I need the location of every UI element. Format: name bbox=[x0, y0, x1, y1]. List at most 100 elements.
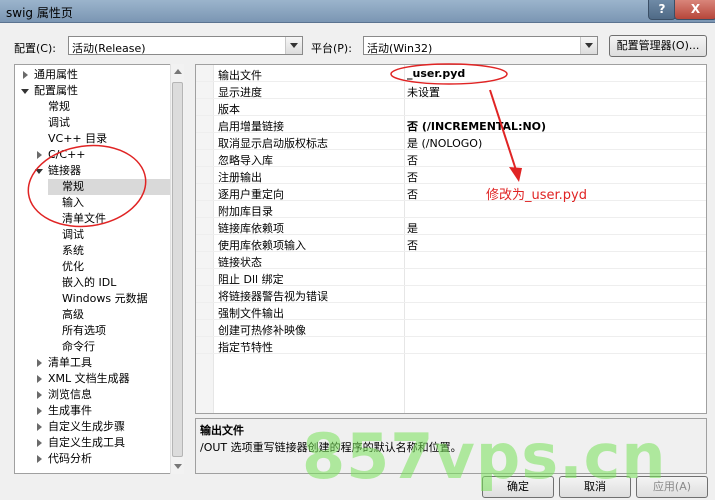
grid-row-section-attributes[interactable]: 指定节特性 bbox=[196, 337, 706, 354]
close-button[interactable]: X bbox=[674, 0, 715, 20]
tree-item-code-analysis[interactable]: 代码分析 bbox=[35, 451, 92, 467]
expand-arrow-icon[interactable] bbox=[35, 407, 44, 416]
property-value[interactable]: 是 (/NOLOGO) bbox=[407, 135, 482, 151]
tree-item-label: 所有选项 bbox=[62, 324, 106, 337]
tree-item-browse-information[interactable]: 浏览信息 bbox=[35, 387, 92, 403]
tree-item-label: 代码分析 bbox=[48, 452, 92, 465]
tree-item-label: Windows 元数据 bbox=[62, 292, 148, 305]
expand-arrow-icon[interactable] bbox=[35, 439, 44, 448]
tree-item-linker-input[interactable]: 输入 bbox=[62, 195, 84, 211]
tree-item-label: 嵌入的 IDL bbox=[62, 276, 117, 289]
property-name: 附加库目录 bbox=[218, 205, 273, 218]
configuration-dropdown[interactable]: 活动(Release) bbox=[68, 36, 303, 55]
property-name: 使用库依赖项输入 bbox=[218, 239, 306, 252]
tree-item-label: 清单文件 bbox=[62, 212, 106, 225]
tree-item-vc-directories[interactable]: VC++ 目录 bbox=[48, 131, 107, 147]
configuration-value: 活动(Release) bbox=[72, 42, 146, 55]
property-name: 链接库依赖项 bbox=[218, 222, 284, 235]
scroll-down-icon[interactable] bbox=[174, 464, 182, 469]
scroll-up-icon[interactable] bbox=[174, 69, 182, 74]
expand-arrow-icon[interactable] bbox=[35, 391, 44, 400]
property-name: 将链接器警告视为错误 bbox=[218, 290, 328, 303]
collapse-arrow-icon[interactable] bbox=[21, 87, 30, 96]
tree-item-common-properties[interactable]: 通用属性 bbox=[21, 67, 78, 83]
grid-row-link-library-dependencies[interactable]: 链接库依赖项 是 bbox=[196, 218, 706, 236]
tree-item-label: 自定义生成步骤 bbox=[48, 420, 125, 433]
grid-row-use-library-dependency-inputs[interactable]: 使用库依赖项输入 否 bbox=[196, 235, 706, 253]
expand-arrow-icon[interactable] bbox=[21, 71, 30, 80]
tree-item-configuration-properties[interactable]: 配置属性 bbox=[21, 83, 78, 99]
property-value[interactable]: 未设置 bbox=[407, 84, 440, 100]
tree-item-linker-general[interactable]: 常规 bbox=[48, 179, 183, 195]
expand-arrow-icon[interactable] bbox=[35, 151, 44, 160]
tree-item-label: 系统 bbox=[62, 244, 84, 257]
property-name: 注册输出 bbox=[218, 171, 262, 184]
tree-item-linker-all-options[interactable]: 所有选项 bbox=[62, 323, 106, 339]
property-name: 创建可热修补映像 bbox=[218, 324, 306, 337]
configuration-row: 配置(C): 活动(Release) 平台(P): 活动(Win32) 配置管理… bbox=[0, 34, 715, 58]
tree-item-linker-optimization[interactable]: 优化 bbox=[62, 259, 84, 275]
tree-item-linker-command-line[interactable]: 命令行 bbox=[62, 339, 95, 355]
configuration-manager-button[interactable]: 配置管理器(O)... bbox=[609, 35, 707, 57]
help-button[interactable]: ? bbox=[648, 0, 676, 20]
tree-item-label: 命令行 bbox=[62, 340, 95, 353]
tree-item-custom-build-tool[interactable]: 自定义生成工具 bbox=[35, 435, 125, 451]
platform-value: 活动(Win32) bbox=[367, 42, 433, 55]
tree-item-label: 调试 bbox=[48, 116, 70, 129]
tree-item-c-cpp[interactable]: C/C++ bbox=[35, 147, 86, 163]
tree-item-debugging[interactable]: 调试 bbox=[48, 115, 70, 131]
tree-item-label: 生成事件 bbox=[48, 404, 92, 417]
tree-item-linker-manifest[interactable]: 清单文件 bbox=[62, 211, 106, 227]
grid-row-force-file-output[interactable]: 强制文件输出 bbox=[196, 303, 706, 320]
tree-item-label: 自定义生成工具 bbox=[48, 436, 125, 449]
property-value[interactable]: 否 bbox=[407, 169, 418, 185]
grid-row-show-progress[interactable]: 显示进度 未设置 bbox=[196, 82, 706, 100]
tree-item-manifest-tool[interactable]: 清单工具 bbox=[35, 355, 92, 371]
grid-row-treat-warnings-as-errors[interactable]: 将链接器警告视为错误 bbox=[196, 286, 706, 303]
expand-arrow-icon[interactable] bbox=[35, 359, 44, 368]
tree-item-linker-embedded-idl[interactable]: 嵌入的 IDL bbox=[62, 275, 116, 291]
grid-row-per-user-redirection[interactable]: 逐用户重定向 否 bbox=[196, 184, 706, 202]
expand-arrow-icon[interactable] bbox=[35, 423, 44, 432]
tree-item-label: 调试 bbox=[62, 228, 84, 241]
property-name: 忽略导入库 bbox=[218, 154, 273, 167]
property-grid: 输出文件 _user.pyd 显示进度 未设置 版本 启用增量链接 否 (/INCRE… bbox=[195, 64, 707, 414]
property-value[interactable]: 否 (/INCREMENTAL:NO) bbox=[407, 118, 546, 134]
tree-item-label: 配置属性 bbox=[34, 84, 78, 97]
tree-item-build-events[interactable]: 生成事件 bbox=[35, 403, 92, 419]
expand-arrow-icon[interactable] bbox=[35, 455, 44, 464]
tree-item-linker[interactable]: 链接器 bbox=[35, 163, 81, 179]
platform-dropdown[interactable]: 活动(Win32) bbox=[363, 36, 598, 55]
grid-row-prevent-dll-binding[interactable]: 阻止 Dll 绑定 bbox=[196, 269, 706, 286]
tree-item-label: 高级 bbox=[62, 308, 84, 321]
grid-row-suppress-banner[interactable]: 取消显示启动版权标志 是 (/NOLOGO) bbox=[196, 133, 706, 151]
grid-row-hot-patchable-image[interactable]: 创建可热修补映像 bbox=[196, 320, 706, 337]
tree-item-linker-debugging[interactable]: 调试 bbox=[62, 227, 84, 243]
tree-item-linker-windows-metadata[interactable]: Windows 元数据 bbox=[62, 291, 148, 307]
grid-row-version[interactable]: 版本 bbox=[196, 99, 706, 116]
property-value[interactable]: 否 bbox=[407, 237, 418, 253]
property-value[interactable]: 否 bbox=[407, 152, 418, 168]
grid-row-register-output[interactable]: 注册输出 否 bbox=[196, 167, 706, 185]
grid-row-ignore-import-library[interactable]: 忽略导入库 否 bbox=[196, 150, 706, 168]
tree-item-linker-advanced[interactable]: 高级 bbox=[62, 307, 84, 323]
grid-row-output-file[interactable]: 输出文件 _user.pyd bbox=[196, 65, 706, 82]
grid-row-additional-library-dirs[interactable]: 附加库目录 bbox=[196, 201, 706, 218]
tree-item-xml-doc-generator[interactable]: XML 文档生成器 bbox=[35, 371, 130, 387]
tree-item-general[interactable]: 常规 bbox=[48, 99, 70, 115]
property-value[interactable]: 是 bbox=[407, 220, 418, 236]
tree-scrollbar[interactable] bbox=[170, 64, 184, 474]
property-name: 输出文件 bbox=[218, 69, 262, 82]
grid-row-link-status[interactable]: 链接状态 bbox=[196, 252, 706, 269]
scrollbar-thumb[interactable] bbox=[172, 82, 183, 457]
tree-item-label: 浏览信息 bbox=[48, 388, 92, 401]
tree-item-linker-system[interactable]: 系统 bbox=[62, 243, 84, 259]
grid-row-incremental-link[interactable]: 启用增量链接 否 (/INCREMENTAL:NO) bbox=[196, 116, 706, 134]
tree-item-custom-build-step[interactable]: 自定义生成步骤 bbox=[35, 419, 125, 435]
property-value[interactable]: 否 bbox=[407, 186, 418, 202]
collapse-arrow-icon[interactable] bbox=[35, 167, 44, 176]
description-title: 输出文件 bbox=[200, 424, 244, 437]
expand-arrow-icon[interactable] bbox=[35, 375, 44, 384]
window-title: swig 属性页 bbox=[6, 6, 73, 20]
property-value[interactable]: _user.pyd bbox=[407, 67, 465, 80]
